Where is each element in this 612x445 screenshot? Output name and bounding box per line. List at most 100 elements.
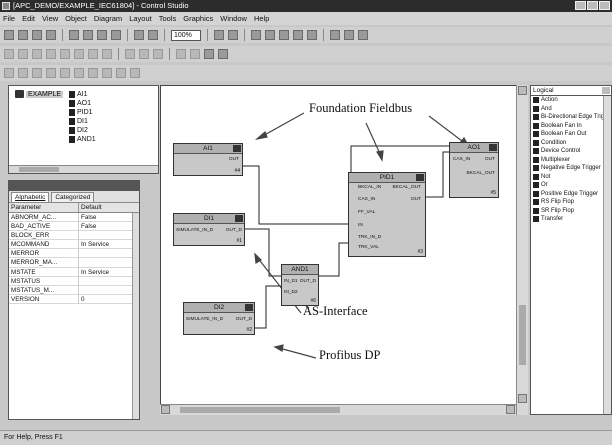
align-right-icon[interactable] [32,49,42,59]
pin-bkcal-out[interactable]: BKCAL_OUT [466,171,495,176]
tree-horizontal-scrollbar[interactable] [9,165,158,173]
help-icon[interactable] [358,30,368,40]
pin-cas-in[interactable]: CAS_IN [358,197,375,202]
table-row[interactable]: MSTATUS [9,276,139,286]
palette-item[interactable]: Multiplexer [531,156,611,165]
palette-item[interactable]: SR Flip Flop [531,207,611,216]
menu-help[interactable]: Help [254,14,269,23]
menu-graphics[interactable]: Graphics [183,14,213,23]
rectangle-tool-icon[interactable] [32,68,42,78]
function-block-pid1[interactable]: PID1 BKCAL_IN BKCAL_OUT CAS_IN OUT FF_VA… [348,172,426,257]
pin-out-d[interactable]: OUT_D [300,279,316,284]
text-tool-icon[interactable] [102,68,112,78]
tree-root[interactable]: EXAMPLE [15,90,64,98]
palette-item[interactable]: And [531,105,611,114]
pin-simulate-in-d[interactable]: SIMULATE_IN_D [176,228,213,233]
align-left-icon[interactable] [4,49,14,59]
pin-out[interactable]: OUT [229,157,239,162]
new-icon[interactable] [4,30,14,40]
table-row[interactable]: MERROR [9,249,139,259]
block-icon[interactable] [251,30,261,40]
save-icon[interactable] [32,30,42,40]
menu-tools[interactable]: Tools [159,14,177,23]
pin-trk-val[interactable]: TRK_VAL [358,245,379,250]
palette-item[interactable]: Boolean Fan In [531,122,611,131]
pin-trk-in-d[interactable]: TRK_IN_D [358,235,381,240]
table-row[interactable]: VERSION 0 [9,294,139,304]
menu-edit[interactable]: Edit [22,14,35,23]
download-icon[interactable] [134,30,144,40]
minimize-button[interactable] [575,1,586,10]
column-header-parameter[interactable]: Parameter [9,203,79,212]
chevron-down-icon[interactable] [602,87,610,94]
menu-file[interactable]: File [3,14,15,23]
function-block-and1[interactable]: AND1 IN_D1 OUT_D IN_D2 #6 [281,264,319,306]
spacing2-icon[interactable] [139,49,149,59]
scroll-left-icon[interactable] [161,405,170,414]
canvas-horizontal-scrollbar[interactable] [160,404,516,415]
align-bottom-icon[interactable] [74,49,84,59]
close-button[interactable] [599,1,610,10]
pin-out[interactable]: OUT [485,157,495,162]
pin-bkcal-out[interactable]: BKCAL_OUT [392,185,421,190]
palette-item[interactable]: Or [531,181,611,190]
arrow-tool-icon[interactable] [4,68,14,78]
table-row[interactable]: MCOMMAND In Service [9,240,139,250]
align-middle-icon[interactable] [60,49,70,59]
menu-diagram[interactable]: Diagram [94,14,122,23]
palette-item[interactable]: Device Control [531,147,611,156]
palette-vertical-scrollbar[interactable] [603,96,611,414]
palette-item[interactable]: Boolean Fan Out [531,130,611,139]
check-icon[interactable] [111,30,121,40]
function-block-di1[interactable]: DI1 SIMULATE_IN_D OUT_D #1 [173,213,245,246]
tree-item-di1[interactable]: DI1 [69,117,96,126]
pin-out-d[interactable]: OUT_D [226,228,242,233]
online-icon[interactable] [330,30,340,40]
tree-item-pid1[interactable]: PID1 [69,108,96,117]
debug-icon[interactable] [344,30,354,40]
table-row[interactable]: MSTATUS_M... [9,285,139,295]
palette-item[interactable]: RS Flip Flop [531,198,611,207]
table-row[interactable]: ABNORM_AC... False [9,213,139,223]
pin-simulate-in-d[interactable]: SIMULATE_IN_D [186,317,223,322]
print-icon[interactable] [46,30,56,40]
pin-out-d[interactable]: OUT_D [236,317,252,322]
menu-view[interactable]: View [42,14,58,23]
properties-icon[interactable] [204,49,214,59]
column-header-default[interactable]: Default [79,203,102,212]
pin-in[interactable]: IN [358,223,363,228]
table-icon[interactable] [218,49,228,59]
maximize-button[interactable] [587,1,598,10]
align-center-icon[interactable] [18,49,28,59]
palette-item[interactable]: Not [531,173,611,182]
select-icon[interactable] [176,49,186,59]
tree-item-ai1[interactable]: AI1 [69,90,96,99]
same-width-icon[interactable] [88,49,98,59]
open-icon[interactable] [18,30,28,40]
table-row[interactable]: BAD_ACTIVE False [9,222,139,232]
upload-icon[interactable] [148,30,158,40]
pin-out[interactable]: OUT [411,197,421,202]
pin-ff-val[interactable]: FF_VAL [358,210,375,215]
spacing-icon[interactable] [125,49,135,59]
rotate-icon[interactable] [153,49,163,59]
pin-in-d1[interactable]: IN_D1 [284,279,298,284]
palette-item[interactable]: Transfer [531,215,611,224]
zoom-out-icon[interactable] [228,30,238,40]
pin-bkcal-in[interactable]: BKCAL_IN [358,185,381,190]
line-tool-icon[interactable] [18,68,28,78]
line-style-icon[interactable] [116,68,126,78]
function-block-ao1[interactable]: AO1 CAS_IN OUT BKCAL_OUT #5 [449,142,499,198]
polygon-tool-icon[interactable] [60,68,70,78]
scroll-down-icon[interactable] [518,394,527,403]
align-top-icon[interactable] [46,49,56,59]
same-height-icon[interactable] [102,49,112,59]
palette-category-select[interactable]: Logical [531,86,611,96]
layout-icon[interactable] [307,30,317,40]
pointer-icon[interactable] [190,49,200,59]
tab-categorized[interactable]: Categorized [51,192,95,202]
palette-item[interactable]: Action [531,96,611,105]
diagram-canvas[interactable]: AI1 OUT #4 PID1 BKCAL_IN BKCAL_OUT CAS_I… [160,85,528,415]
pin-cas-in[interactable]: CAS_IN [453,157,470,162]
pin-in-d2[interactable]: IN_D2 [284,290,298,295]
